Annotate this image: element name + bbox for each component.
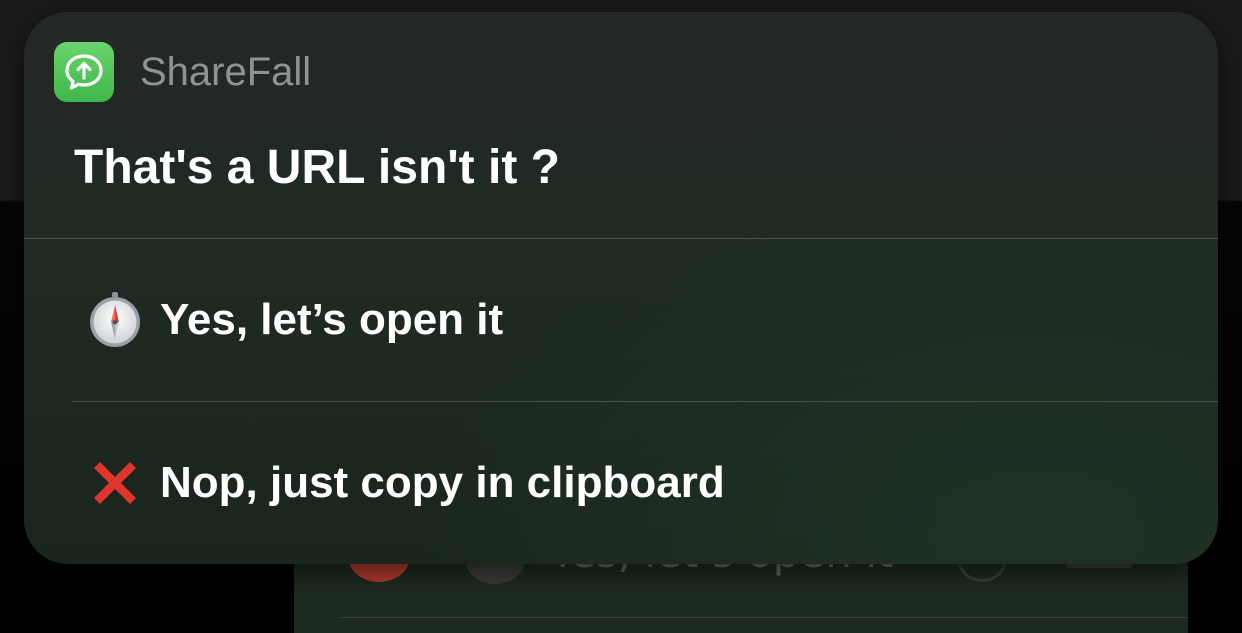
open-url-button[interactable]: Yes, let’s open it [24, 240, 1218, 400]
divider [72, 401, 1218, 402]
copy-to-clipboard-label: Nop, just copy in clipboard [160, 458, 725, 507]
chat-upload-icon [54, 42, 114, 102]
app-header: ShareFall [54, 42, 311, 102]
compass-icon [86, 291, 144, 349]
background-divider [340, 617, 1188, 618]
app-name: ShareFall [140, 49, 312, 94]
notification-title: That's a URL isn't it ? [74, 141, 560, 194]
notification-sheet: ShareFall That's a URL isn't it ? Yes, l… [24, 12, 1218, 564]
divider [24, 238, 1218, 239]
open-url-label: Yes, let’s open it [160, 295, 504, 344]
cross-mark-icon [86, 454, 144, 512]
screen: Yes, let’s open it ShareFall That's a UR… [0, 0, 1242, 633]
copy-to-clipboard-button[interactable]: Nop, just copy in clipboard [24, 403, 1218, 563]
